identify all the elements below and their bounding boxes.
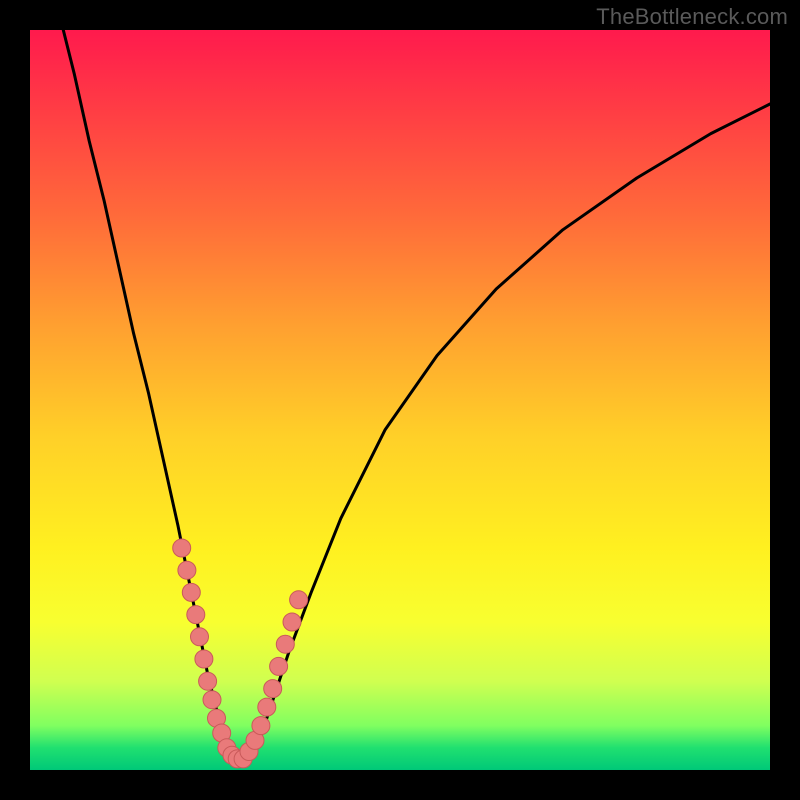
highlight-dot: [178, 561, 196, 579]
highlight-dot: [191, 628, 209, 646]
highlight-dot: [276, 635, 294, 653]
highlight-dot: [203, 691, 221, 709]
highlight-dot: [173, 539, 191, 557]
highlight-dot: [283, 613, 301, 631]
chart-svg: [30, 30, 770, 770]
highlight-dot: [252, 717, 270, 735]
bottleneck-curve: [60, 15, 770, 762]
highlight-dot: [195, 650, 213, 668]
chart-frame: TheBottleneck.com: [0, 0, 800, 800]
highlight-dot: [290, 591, 308, 609]
highlight-dots-group: [173, 539, 308, 768]
highlight-dot: [270, 657, 288, 675]
highlight-dot: [264, 680, 282, 698]
highlight-dot: [187, 606, 205, 624]
highlight-dot: [258, 698, 276, 716]
plot-area: [30, 30, 770, 770]
highlight-dot: [182, 583, 200, 601]
highlight-dot: [199, 672, 217, 690]
watermark-text: TheBottleneck.com: [596, 4, 788, 30]
